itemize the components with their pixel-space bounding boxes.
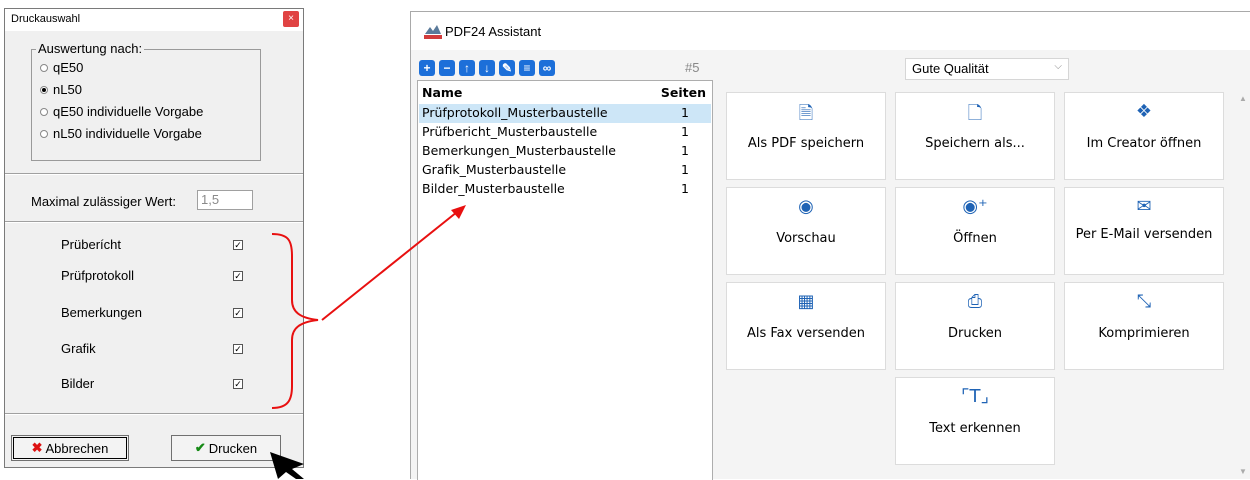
red-brace-annotation [271, 233, 319, 409]
red-arrow-head [451, 205, 466, 219]
red-arrow-line [321, 207, 463, 321]
annotation-overlay [270, 205, 466, 479]
mouse-cursor-icon [270, 452, 304, 479]
